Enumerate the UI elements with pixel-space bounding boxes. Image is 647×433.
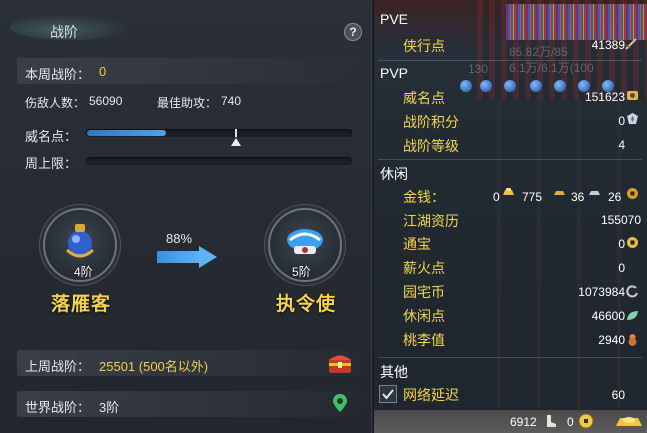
divider [378,357,642,358]
background-text-2: 6.1万/6.1万(100 [509,61,594,75]
last-week-value: 25501 (500名以外) [99,359,209,374]
next-rank-name: 执令使 [276,294,337,315]
boot-icon[interactable] [544,414,558,428]
treasure-chest-icon[interactable] [327,351,353,375]
pvp-header: PVP [380,65,409,81]
latency-checkbox[interactable] [379,385,397,403]
pvp-prestige-label: 威名点 [403,90,445,106]
current-rank-name: 落雁客 [51,294,112,315]
pvp-rank-level-label: 战阶等级 [403,138,459,154]
rank-progress-percent: 88% [166,231,193,246]
leisure-item-value: 0 [618,261,625,275]
background-text-1: 85.82万/85 [509,45,568,59]
leisure-item-label: 休闲点 [403,308,445,324]
gold-ingot-shop-icon[interactable] [614,412,644,432]
world-rank-label: 世界战阶： [25,400,91,415]
rank-badge-icon [627,113,638,124]
prestige-progress-fill [87,130,166,136]
weekly-rank-value: 0 [99,64,107,79]
assist-label: 最佳助攻： [157,96,218,110]
kills-label: 伤敌人数： [25,96,86,110]
battle-rank-panel: 战阶 ? 本周战阶： 0 伤敌人数： 56090 最佳助攻： 740 威名点： … [0,0,372,433]
pve-header: PVE [380,11,409,27]
money-silver-value: 775 [522,190,543,204]
bottom-value-1: 6912 [510,415,537,429]
pve-item-value: 41389 [591,38,625,52]
pvp-rank-points-label: 战阶积分 [403,114,459,130]
leisure-item-label: 桃李值 [403,332,445,348]
leisure-item-label: 园宅币 [403,284,445,300]
panel-header: 战阶 ? [0,0,371,46]
prestige-icon [627,91,638,100]
glitch-strip [506,4,647,40]
money-copper-value: 36 [571,190,585,204]
prestige-progress-bar [86,129,352,137]
leisure-header: 休闲 [380,166,408,182]
background-text-3: 130 [468,62,489,76]
divider [378,60,642,61]
copper-coin-icon[interactable] [578,413,594,429]
coin-icon [627,237,638,248]
progress-arrow-icon [199,246,217,268]
weekly-rank-label: 本周战阶： [25,67,91,82]
latency-label: 网络延迟 [403,387,459,403]
pvp-prestige-value: 151623 [584,90,625,104]
leisure-item-label: 薪火点 [403,260,445,276]
weekly-cap-label: 周上限： [25,156,78,171]
bronze-coin-icon [627,188,638,199]
leisure-item-value: 1073984 [578,285,625,299]
prestige-label: 威名点： [25,129,78,144]
assist-value: 740 [221,94,242,108]
progress-arrow-body [157,251,201,263]
panel-title: 战阶 [50,24,78,40]
divider [378,159,642,160]
last-week-label: 上周战阶： [25,359,91,374]
leisure-item-label: 通宝 [403,236,431,252]
leisure-item-label: 江湖资历 [403,213,459,229]
location-pin-icon[interactable] [333,394,347,412]
help-button[interactable]: ? [344,23,362,41]
house-coin-icon [626,285,638,298]
money-gold-value: 0 [493,190,500,204]
world-rank-value: 3阶 [99,400,120,415]
pvp-rank-points-value: 0 [618,114,625,128]
leisure-item-value: 46600 [591,309,625,323]
leisure-item-value: 155070 [600,213,641,227]
prestige-cap-marker [231,138,241,146]
bottom-toolbar: 6912 0 [374,410,647,433]
latency-value: 60 [611,388,625,402]
money-label: 金钱： [403,189,445,205]
copper-ingot-icon [589,191,600,195]
other-header: 其他 [380,364,408,380]
pvp-rank-level-value: 4 [618,138,625,152]
pve-item-label: 侠行点 [403,38,445,54]
next-rank-tier: 5阶 [292,265,311,279]
silver-ingot-icon [554,191,565,195]
money-bronze-value: 26 [608,190,622,204]
bottom-value-2: 0 [567,415,574,429]
sword-icon [625,38,637,50]
gold-ingot-icon [503,188,514,195]
leisure-item-value: 0 [618,237,625,251]
leisure-item-value: 2940 [598,333,625,347]
currency-panel: 85.82万/85 6.1万/6.1万(100 130 PVE 侠行点 4138… [374,0,647,433]
prestige-cap-line [235,129,237,137]
kills-value: 56090 [89,94,123,108]
current-rank-tier: 4阶 [74,265,93,279]
gourd-icon [628,334,637,346]
leaf-icon [627,311,638,320]
checkmark-icon [382,389,394,400]
weekly-cap-bar [86,157,352,165]
